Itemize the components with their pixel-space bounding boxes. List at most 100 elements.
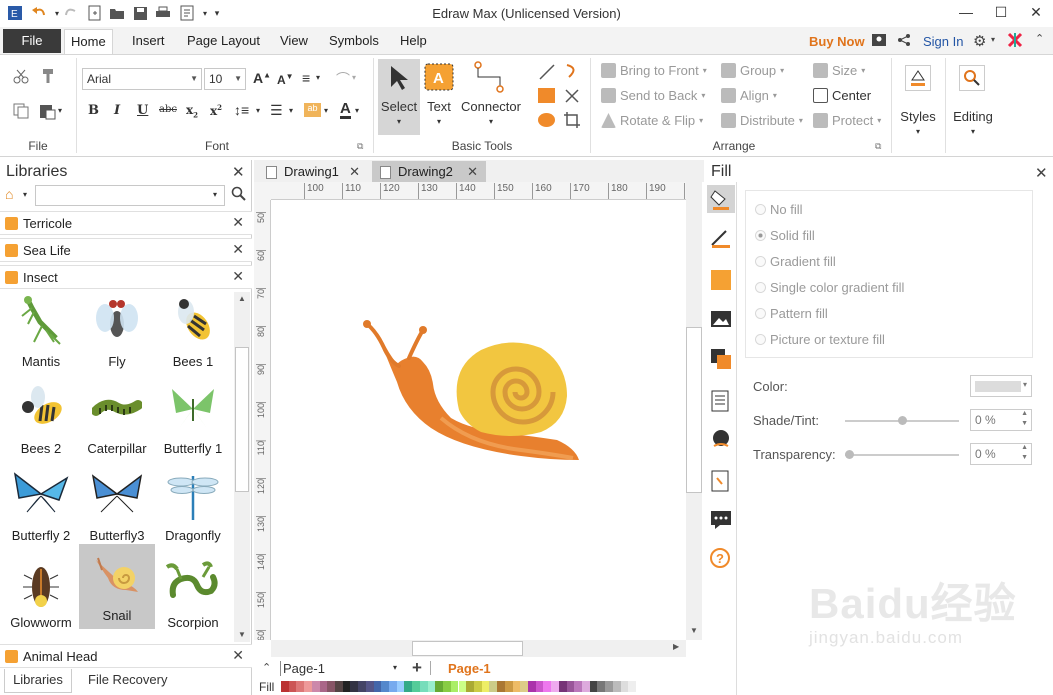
shrink-font-icon[interactable]: A▼ <box>277 72 294 87</box>
tab-insert[interactable]: Insert <box>126 29 171 54</box>
arrange-dialog-launcher-icon[interactable]: ⧉ <box>875 141 881 152</box>
snail-shape[interactable] <box>361 318 583 468</box>
palette-swatch[interactable] <box>373 681 382 692</box>
palette-swatch[interactable] <box>466 681 474 692</box>
palette-swatch[interactable] <box>620 681 629 692</box>
scroll-down-icon[interactable]: ▼ <box>690 626 698 635</box>
palette-swatch[interactable] <box>350 681 359 692</box>
attachment-icon[interactable] <box>711 470 729 495</box>
protect-button[interactable]: Protect ▾ <box>813 113 881 128</box>
shape-bees-1[interactable]: Bees 1 <box>155 290 231 375</box>
editing-dropdown-icon[interactable]: ▾ <box>948 127 998 136</box>
shape-dragonfly[interactable]: Dragonfly <box>155 464 231 549</box>
scroll-down-icon[interactable]: ▼ <box>238 630 246 639</box>
radio-button[interactable] <box>755 204 766 215</box>
cross-tool-icon[interactable] <box>563 87 581 108</box>
app-switcher-icon[interactable] <box>1007 32 1023 51</box>
maximize-button[interactable]: ☐ <box>986 2 1016 22</box>
size-button[interactable]: Size ▾ <box>813 63 865 78</box>
share-icon[interactable] <box>897 33 911 50</box>
canvas-horizontal-scrollbar[interactable]: ▶ <box>271 640 686 657</box>
shape-butterfly-2[interactable]: Butterfly 2 <box>3 464 79 549</box>
canvas-vertical-scrollbar[interactable]: ▼ <box>686 182 702 640</box>
radio-button[interactable] <box>755 230 766 241</box>
radio-button[interactable] <box>755 256 766 267</box>
palette-swatch[interactable] <box>335 681 343 692</box>
close-window-button[interactable]: ✕ <box>1021 2 1051 22</box>
line-spacing-arc-icon[interactable]: ⌒ <box>336 69 350 89</box>
transparency-input[interactable]: 0 % ▲ ▼ <box>970 443 1032 465</box>
hyperlink-globe-icon[interactable] <box>710 428 732 453</box>
font-size-select[interactable]: 10 ▼ <box>204 68 246 90</box>
palette-swatch[interactable] <box>381 681 390 692</box>
close-fill-panel-icon[interactable]: ✕ <box>1035 164 1048 182</box>
bullet-list-dropdown-icon[interactable]: ▾ <box>289 106 293 115</box>
palette-swatch[interactable] <box>628 681 636 692</box>
paste-dropdown-icon[interactable]: ▾ <box>58 106 62 115</box>
palette-swatch[interactable] <box>458 681 467 692</box>
grow-font-icon[interactable]: A▲ <box>253 70 271 86</box>
page-selector[interactable]: Page-1 ▾ <box>280 661 400 676</box>
drawing-canvas[interactable] <box>271 200 686 640</box>
palette-swatch[interactable] <box>319 681 328 692</box>
transparency-slider-knob[interactable] <box>845 450 854 459</box>
close-category-icon[interactable]: ✕ <box>232 647 244 664</box>
shade-tint-slider[interactable] <box>845 416 959 425</box>
tab-home[interactable]: Home <box>64 29 113 54</box>
palette-swatch[interactable] <box>419 681 428 692</box>
palette-swatch[interactable] <box>512 681 521 692</box>
close-tab-icon[interactable]: ✕ <box>467 161 478 182</box>
shape-bees-2[interactable]: Bees 2 <box>3 377 79 462</box>
shape-fly[interactable]: Fly <box>79 290 155 375</box>
select-tool-button[interactable]: Select ▾ <box>378 59 420 135</box>
scroll-right-icon[interactable]: ▶ <box>673 642 679 651</box>
highlight-dropdown-icon[interactable]: ▾ <box>324 106 328 115</box>
collapse-ribbon-icon[interactable]: ⌃ <box>1035 32 1044 45</box>
fill-option-picture-texture[interactable]: Picture or texture fill <box>755 332 885 347</box>
palette-swatch[interactable] <box>365 681 374 692</box>
library-scroll-thumb[interactable] <box>235 347 249 492</box>
palette-swatch[interactable] <box>412 681 420 692</box>
cut-icon[interactable] <box>13 68 29 87</box>
palette-swatch[interactable] <box>473 681 482 692</box>
canvas-vscroll-thumb[interactable] <box>686 327 702 493</box>
text-tool-button[interactable]: A <box>424 63 454 94</box>
palette-swatch[interactable] <box>311 681 320 692</box>
sign-in-link[interactable]: Sign In <box>923 34 963 49</box>
palette-swatch[interactable] <box>543 681 552 692</box>
editing-button[interactable]: Editing <box>948 109 998 124</box>
font-color-icon[interactable]: A <box>340 101 351 119</box>
tab-symbols[interactable]: Symbols <box>323 29 385 54</box>
close-tab-icon[interactable]: ✕ <box>349 161 360 182</box>
text-align-dropdown-icon[interactable]: ▾ <box>316 73 320 82</box>
library-category-terricole[interactable]: Terricole ✕ <box>0 211 252 235</box>
crop-tool-icon[interactable] <box>563 111 581 132</box>
tab-file[interactable]: File <box>3 29 61 53</box>
palette-swatch[interactable] <box>605 681 613 692</box>
palette-swatch[interactable] <box>389 681 397 692</box>
library-search-input[interactable] <box>35 185 225 206</box>
shape-scorpion[interactable]: Scorpion <box>155 551 231 636</box>
bold-icon[interactable]: B <box>88 103 99 118</box>
palette-swatch[interactable] <box>396 681 405 692</box>
text-align-icon[interactable]: ≡ <box>302 70 310 86</box>
comment-icon[interactable] <box>710 510 732 533</box>
center-button[interactable]: Center <box>813 88 871 103</box>
text-dropdown-icon[interactable]: ▾ <box>424 117 454 126</box>
fill-tool-icon[interactable] <box>707 185 735 213</box>
palette-swatch[interactable] <box>597 681 606 692</box>
bullet-list-icon[interactable]: ☰ <box>270 102 283 119</box>
palette-swatch[interactable] <box>574 681 582 692</box>
palette-swatch[interactable] <box>504 681 513 692</box>
subscript-icon[interactable]: x2 <box>186 103 198 119</box>
palette-swatch[interactable] <box>296 681 305 692</box>
shade-tint-input[interactable]: 0 % ▲ ▼ <box>970 409 1032 431</box>
close-libraries-icon[interactable]: ✕ <box>232 163 245 181</box>
close-category-icon[interactable]: ✕ <box>232 214 244 231</box>
paste-icon[interactable] <box>38 102 56 123</box>
tab-help[interactable]: Help <box>394 29 433 54</box>
arc-tool-icon[interactable] <box>563 62 581 83</box>
shape-caterpillar[interactable]: Caterpillar <box>79 377 155 462</box>
connector-dropdown-icon[interactable]: ▾ <box>458 117 524 126</box>
font-name-select[interactable]: Arial ▼ <box>82 68 202 90</box>
